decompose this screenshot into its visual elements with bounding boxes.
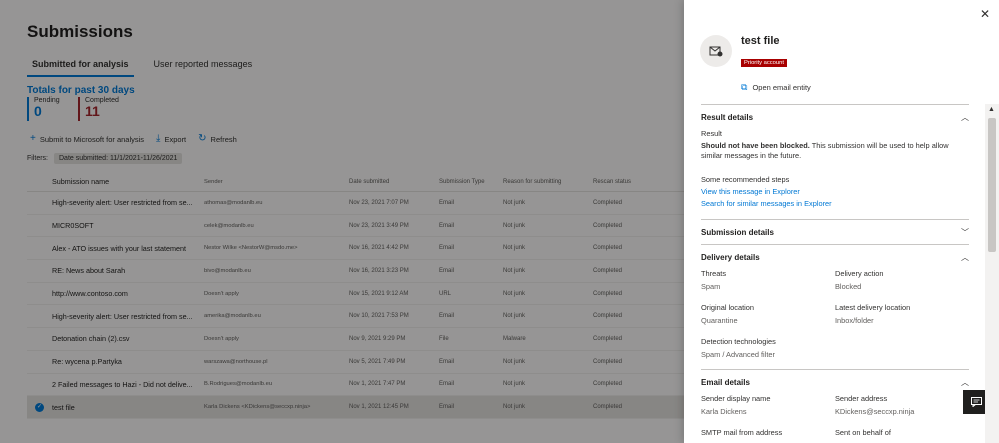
detection-technologies-field: Detection technologies Spam / Advanced f…: [701, 337, 835, 359]
sender-display-name-field: Sender display name Karla Dickens: [701, 394, 835, 416]
submission-details-header[interactable]: Submission details ﹀: [701, 220, 969, 244]
smtp-mail-from-field: SMTP mail from address: [701, 428, 835, 441]
result-description: Should not have been blocked. This submi…: [701, 141, 969, 161]
result-label: Result: [701, 129, 722, 138]
latest-delivery-location-field: Latest delivery location Inbox/folder: [835, 303, 969, 325]
open-entity-label: Open email entity: [752, 83, 811, 92]
panel-scrollbar[interactable]: ▲: [985, 104, 999, 443]
sender-address-field: Sender address KDickens@seccxp.ninja: [835, 394, 969, 416]
threats-label: Threats: [701, 269, 727, 278]
smtp-mail-from-label: SMTP mail from address: [701, 428, 783, 437]
delivery-details-section: Delivery details ︿ Threats Spam Delivery…: [701, 244, 969, 369]
sender-address-value: KDickens@seccxp.ninja: [835, 407, 915, 416]
chevron-up-icon: ︿: [961, 377, 969, 387]
sender-address-label: Sender address: [835, 394, 888, 403]
scroll-up-icon[interactable]: ▲: [988, 106, 995, 113]
detection-technologies-label: Detection technologies: [701, 337, 776, 346]
modal-overlay[interactable]: [0, 0, 684, 443]
threats-field: Threats Spam: [701, 269, 835, 291]
chat-icon: [970, 397, 982, 407]
delivery-details-grid: Threats Spam Delivery action Blocked Ori…: [701, 269, 969, 369]
result-details-heading: Result details: [701, 112, 754, 122]
recommended-steps-label: Some recommended steps: [701, 175, 790, 184]
submission-details-heading: Submission details: [701, 227, 774, 237]
scrollbar-thumb[interactable]: [988, 118, 996, 252]
email-details-header[interactable]: Email details ︿: [701, 370, 969, 394]
open-entity-icon: ⧉: [741, 82, 748, 92]
open-email-entity-link[interactable]: ⧉ Open email entity: [741, 82, 811, 93]
delivery-details-heading: Delivery details: [701, 252, 760, 262]
threats-value: Spam: [701, 282, 721, 291]
chevron-up-icon: ︿: [961, 112, 969, 122]
original-location-value: Quarantine: [701, 316, 738, 325]
latest-delivery-location-label: Latest delivery location: [835, 303, 911, 312]
sent-on-behalf-field: Sent on behalf of: [835, 428, 969, 441]
email-details-section: Email details ︿ Sender display name Karl…: [701, 369, 969, 443]
chevron-up-icon: ︿: [961, 252, 969, 262]
email-details-grid: Sender display name Karla Dickens Sender…: [701, 394, 969, 443]
priority-account-badge: Priority account: [741, 59, 787, 67]
view-in-explorer-link[interactable]: View this message in Explorer: [701, 187, 969, 196]
close-icon[interactable]: ✕: [980, 7, 990, 21]
submission-detail-panel: ✕ test file Priority account ⧉ Open emai…: [684, 0, 999, 443]
email-icon: [709, 46, 723, 57]
search-similar-link[interactable]: Search for similar messages in Explorer: [701, 199, 969, 208]
sender-display-name-value: Karla Dickens: [701, 407, 747, 416]
sender-display-name-label: Sender display name: [701, 394, 771, 403]
result-details-header[interactable]: Result details ︿: [701, 105, 969, 129]
email-details-heading: Email details: [701, 377, 750, 387]
panel-scroll-content: Result details ︿ Result Should not have …: [701, 104, 969, 443]
original-location-field: Original location Quarantine: [701, 303, 835, 325]
chevron-down-icon: ﹀: [961, 227, 969, 237]
detection-technologies-value: Spam / Advanced filter: [701, 350, 775, 359]
delivery-action-value: Blocked: [835, 282, 862, 291]
email-entity-avatar: [700, 35, 732, 67]
submission-details-section: Submission details ﹀: [701, 219, 969, 244]
result-details-section: Result details ︿ Result Should not have …: [701, 104, 969, 219]
original-location-label: Original location: [701, 303, 754, 312]
delivery-action-field: Delivery action Blocked: [835, 269, 969, 291]
latest-delivery-location-value: Inbox/folder: [835, 316, 874, 325]
result-verdict: Should not have been blocked.: [701, 141, 810, 150]
panel-title: test file: [741, 35, 780, 47]
sent-on-behalf-label: Sent on behalf of: [835, 428, 891, 437]
delivery-action-label: Delivery action: [835, 269, 884, 278]
result-details-body: Result Should not have been blocked. Thi…: [701, 129, 969, 219]
delivery-details-header[interactable]: Delivery details ︿: [701, 245, 969, 269]
